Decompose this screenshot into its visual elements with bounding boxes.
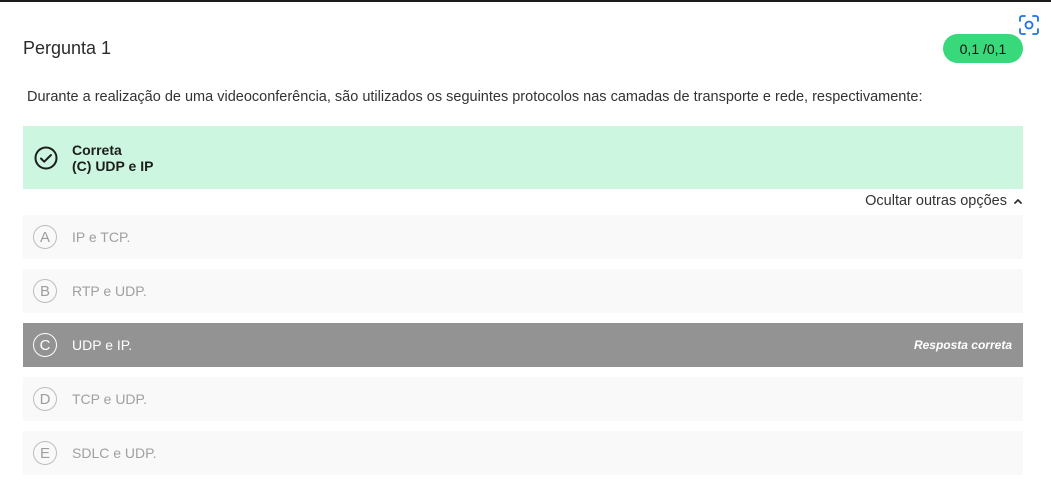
option-a[interactable]: A IP e TCP. [23, 215, 1023, 259]
top-border [0, 0, 1051, 2]
correct-answer-tag: Resposta correta [913, 338, 1012, 352]
option-letter: D [33, 387, 57, 411]
option-text: IP e TCP. [72, 229, 131, 245]
option-d[interactable]: D TCP e UDP. [23, 377, 1023, 421]
option-e[interactable]: E SDLC e UDP. [23, 431, 1023, 475]
toggle-label: Ocultar outras opções [865, 193, 1007, 209]
option-letter: C [33, 333, 57, 357]
option-text: TCP e UDP. [72, 391, 147, 407]
check-circle-icon [34, 146, 58, 170]
result-status: Correta [72, 142, 122, 158]
option-letter: A [33, 225, 57, 249]
result-answer: (C) UDP e IP [72, 158, 154, 174]
option-text: RTP e UDP. [72, 283, 147, 299]
question-title: Pergunta 1 [23, 38, 112, 58]
result-banner: Correta (C) UDP e IP [23, 126, 1023, 189]
option-c[interactable]: C UDP e IP. Resposta correta [23, 323, 1023, 367]
option-text: SDLC e UDP. [72, 445, 157, 461]
option-b[interactable]: B RTP e UDP. [23, 269, 1023, 313]
score-badge: 0,1 /0,1 [943, 34, 1023, 63]
option-letter: E [33, 441, 57, 465]
option-letter: B [33, 279, 57, 303]
focus-scan-icon[interactable] [1018, 14, 1040, 36]
hide-options-toggle[interactable]: Ocultar outras opções [865, 193, 1023, 209]
chevron-up-icon [1013, 193, 1023, 209]
question-prompt: Durante a realização de uma videoconferê… [27, 89, 923, 105]
option-text: UDP e IP. [72, 337, 133, 353]
